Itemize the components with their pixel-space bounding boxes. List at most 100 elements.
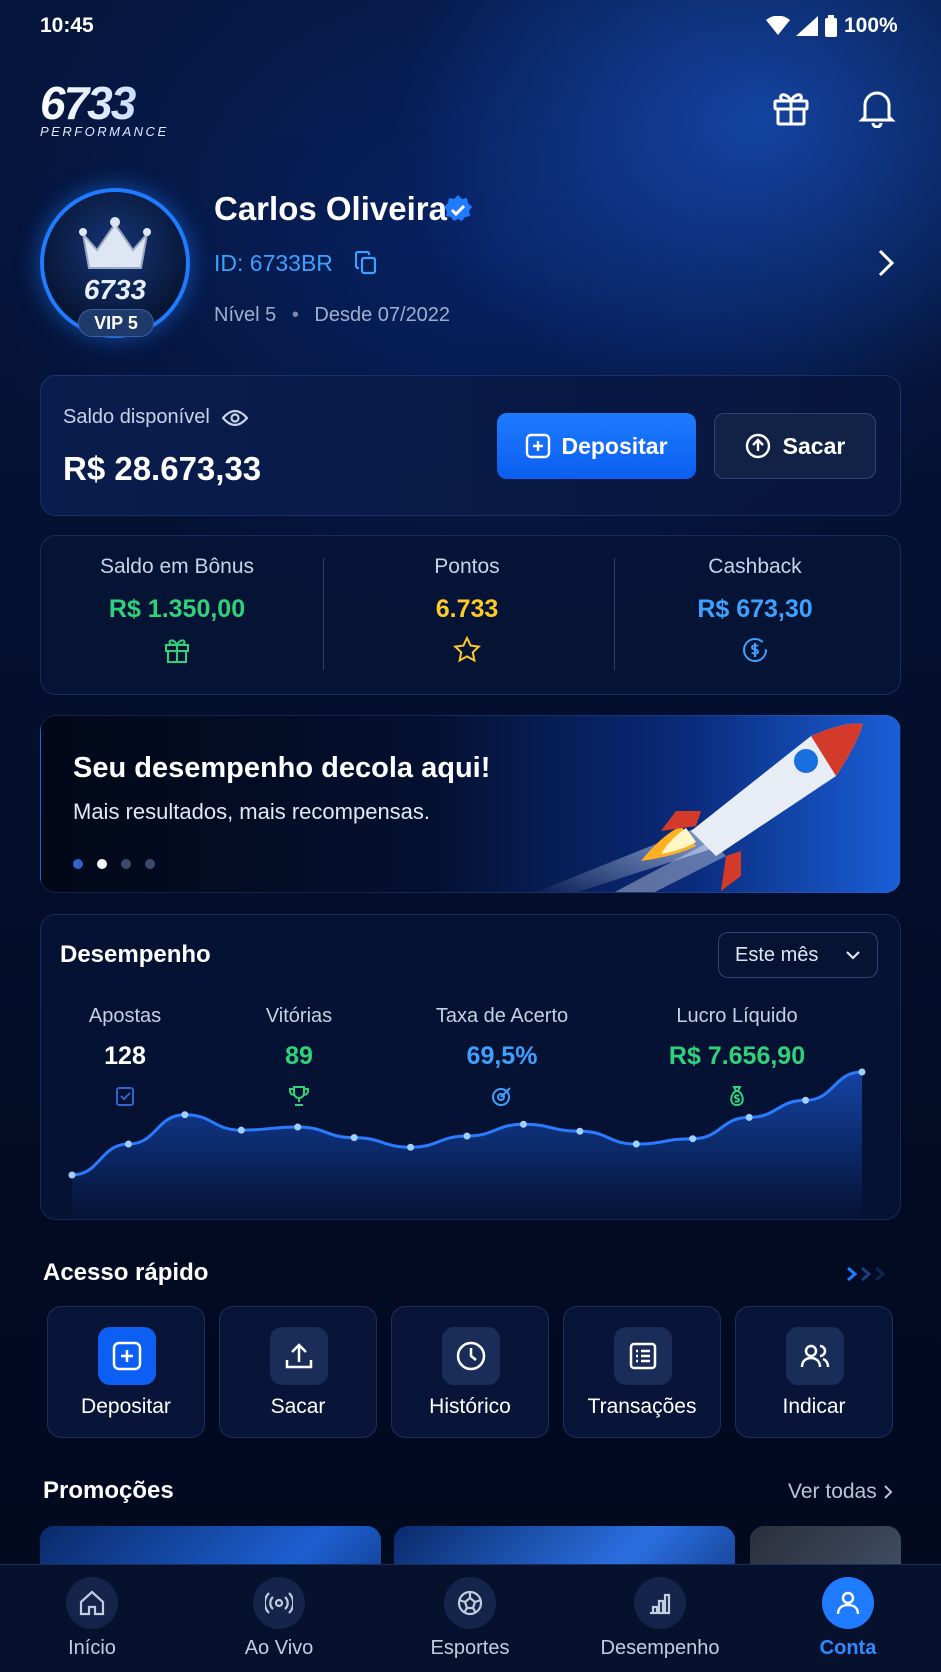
chart-point [407,1143,415,1151]
gift-button[interactable] [768,84,814,130]
chart-point [745,1113,753,1121]
scroll-hint-icon[interactable] [846,1266,890,1282]
users-icon [786,1327,844,1385]
wifi-icon [766,16,790,35]
eye-icon[interactable] [221,409,248,427]
banner-dots [73,859,155,869]
quick-refer[interactable]: Indicar [735,1306,893,1438]
promotions-title: Promoções [43,1477,174,1504]
nav-label: Ao Vivo [244,1637,314,1659]
home-icon [66,1577,118,1629]
quick-history[interactable]: Histórico [391,1306,549,1438]
stat-value: 6.733 [435,595,499,623]
logo-sub: PERFORMANCE [40,124,169,139]
logo-number: 6733 [40,80,220,126]
quick-label: Indicar [782,1395,846,1418]
chart-point [124,1140,132,1148]
balance-value: R$ 28.673,33 [63,450,262,487]
profile-name: Carlos Oliveira [214,190,447,227]
quick-label: Transações [587,1395,697,1418]
quick-label: Histórico [429,1395,511,1418]
chart-point [68,1171,76,1179]
profile-since: Desde 07/2022 [314,304,451,326]
chevron-right-icon[interactable] [876,248,896,278]
chevron-right-icon [884,1485,893,1499]
bell-icon [858,91,896,128]
nav-performance[interactable]: Desempenho [585,1577,735,1660]
rocket-illustration [536,723,863,892]
quick-withdraw[interactable]: Sacar [219,1306,377,1438]
gift-icon [165,639,189,663]
performance-title: Desempenho [60,941,211,968]
gift-icon [773,93,809,126]
ball-icon [444,1577,496,1629]
deposit-label: Depositar [561,432,668,459]
chart-point [519,1120,527,1128]
withdraw-label: Sacar [782,432,846,459]
chart-point [463,1132,471,1140]
chart-point [689,1135,697,1143]
stat-bonus[interactable]: Saldo em Bônus R$ 1.350,00 [42,555,312,669]
list-icon [614,1327,672,1385]
notifications-button[interactable] [854,84,900,130]
upload-icon [745,433,770,459]
quick-deposit[interactable]: Depositar [47,1306,205,1438]
stat-value: R$ 673,30 [697,595,813,623]
see-all-label: Ver todas [788,1480,877,1503]
signal-icon [796,16,818,36]
chart-point [576,1127,584,1135]
chart-point [632,1140,640,1148]
chart-point [802,1096,810,1104]
divider [614,558,615,670]
see-all-link[interactable]: Ver todas [788,1480,893,1504]
chart-point [294,1123,302,1131]
meta-separator: • [291,304,299,326]
chart-area [72,1072,862,1220]
nav-label: Início [68,1637,116,1659]
nav-sports[interactable]: Esportes [395,1577,545,1660]
chart-point [350,1134,358,1142]
upload-icon [270,1327,328,1385]
stat-label: Pontos [434,555,500,578]
quick-access-title: Acesso rápido [43,1259,209,1286]
stat-points[interactable]: Pontos 6.733 [332,555,602,669]
stat-label: Cashback [708,555,802,578]
nav-live[interactable]: Ao Vivo [204,1577,354,1660]
carousel-dot[interactable] [73,859,83,869]
nav-label: Esportes [430,1637,510,1659]
chart-point [181,1111,189,1119]
chart-point [858,1068,866,1076]
vip-badge: VIP 5 [78,309,154,337]
stat-cashback[interactable]: Cashback R$ 673,30 [620,555,890,669]
metric-label: Lucro Líquido [676,1005,798,1027]
metric-label: Taxa de Acerto [435,1005,569,1027]
avatar-text: 6733 [83,274,147,305]
copy-icon[interactable] [355,251,377,275]
chevron-down-icon [846,951,860,960]
profile-id: ID: 6733BR [214,250,333,276]
metric-label: Apostas [88,1005,162,1027]
coin-icon [743,638,767,662]
divider [323,558,324,670]
metric-label: Vitórias [265,1005,333,1027]
profile-level: Nível 5 [214,304,277,326]
crown-icon [79,217,151,269]
stat-label: Saldo em Bônus [99,555,255,578]
deposit-button[interactable]: Depositar [497,413,696,479]
brand-logo[interactable]: 6733 PERFORMANCE [40,80,220,140]
carousel-dot-active[interactable] [97,859,107,869]
nav-account[interactable]: Conta [773,1577,923,1660]
chart-point [237,1126,245,1134]
status-icons: 100% [766,14,898,38]
carousel-dot[interactable] [145,859,155,869]
battery-icon [825,15,837,37]
period-select[interactable]: Este mês [718,932,878,978]
stat-value: R$ 1.350,00 [108,595,246,623]
promo-banner[interactable]: Seu desempenho decola aqui! Mais resulta… [40,715,901,893]
nav-home[interactable]: Início [17,1577,167,1660]
quick-transactions[interactable]: Transações [563,1306,721,1438]
withdraw-button[interactable]: Sacar [714,413,876,479]
period-value: Este mês [735,943,819,966]
carousel-dot[interactable] [121,859,131,869]
star-icon [452,635,482,663]
